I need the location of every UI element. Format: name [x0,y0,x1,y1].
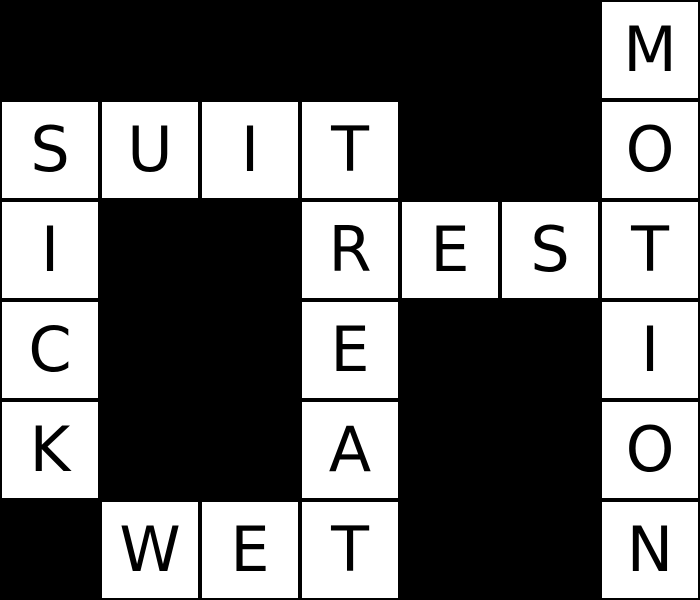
block-cell [400,500,500,600]
letter-cell[interactable]: S [0,100,100,200]
block-cell [200,400,300,500]
letter-cell[interactable]: T [300,500,400,600]
letter-cell[interactable]: E [400,200,500,300]
block-cell [400,0,500,100]
block-cell [0,500,100,600]
letter-cell[interactable]: E [200,500,300,600]
block-cell [400,100,500,200]
block-cell [200,300,300,400]
block-cell [500,500,600,600]
letter-cell[interactable]: K [0,400,100,500]
block-cell [200,200,300,300]
block-cell [100,400,200,500]
letter-cell[interactable]: O [600,100,700,200]
block-cell [500,100,600,200]
letter-cell[interactable]: O [600,400,700,500]
block-cell [500,300,600,400]
block-cell [100,0,200,100]
letter-cell[interactable]: N [600,500,700,600]
letter-cell[interactable]: I [600,300,700,400]
letter-cell[interactable]: W [100,500,200,600]
letter-cell[interactable]: I [0,200,100,300]
letter-cell[interactable]: C [0,300,100,400]
letter-cell[interactable]: I [200,100,300,200]
crossword-grid: MSUITOIRESTCEIKAOWETN [0,0,700,600]
block-cell [400,300,500,400]
block-cell [500,0,600,100]
letter-cell[interactable]: A [300,400,400,500]
block-cell [100,200,200,300]
block-cell [300,0,400,100]
letter-cell[interactable]: M [600,0,700,100]
letter-cell[interactable]: T [600,200,700,300]
letter-cell[interactable]: E [300,300,400,400]
letter-cell[interactable]: R [300,200,400,300]
block-cell [500,400,600,500]
block-cell [200,0,300,100]
letter-cell[interactable]: S [500,200,600,300]
letter-cell[interactable]: U [100,100,200,200]
block-cell [400,400,500,500]
block-cell [100,300,200,400]
letter-cell[interactable]: T [300,100,400,200]
crossword-board: MSUITOIRESTCEIKAOWETN [0,0,700,600]
block-cell [0,0,100,100]
